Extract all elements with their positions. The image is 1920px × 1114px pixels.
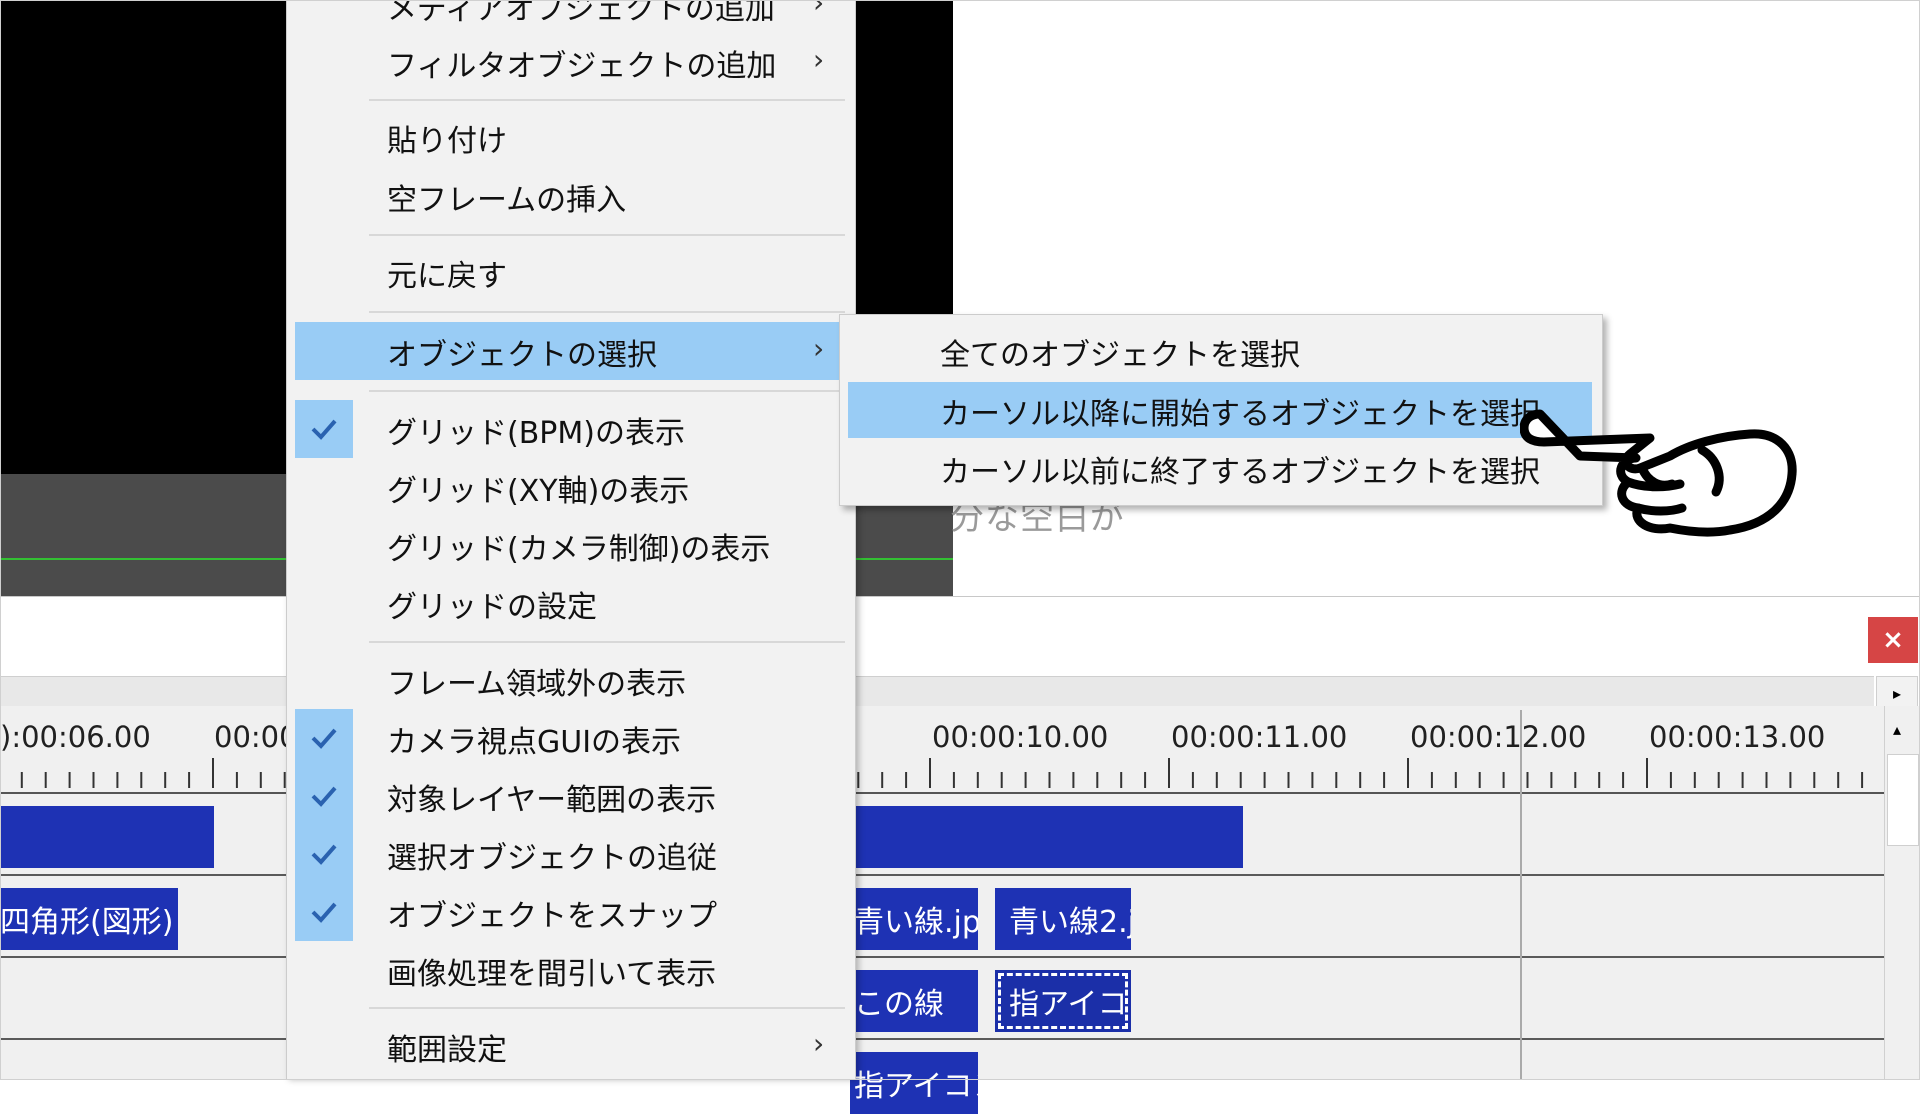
chevron-right-icon: › (813, 1027, 825, 1060)
scroll-right-button[interactable]: ▸ (1876, 676, 1918, 710)
timeline-clip[interactable]: この線 (850, 970, 978, 1032)
timeline-clip[interactable]: 青い線2.j (995, 888, 1131, 950)
tick-label: 00:00:10.00 (932, 720, 1109, 754)
menu-item-label: グリッド(BPM)の表示 (387, 416, 685, 451)
menu-item-show-outside-frame[interactable]: フレーム領域外の表示 (295, 651, 847, 709)
checkmark-icon (295, 883, 353, 941)
chevron-right-icon: › (813, 43, 825, 76)
menu-item-target-layer-range[interactable]: 対象レイヤー範囲の表示 (295, 767, 847, 825)
menu-item-grid-settings[interactable]: グリッドの設定 (295, 574, 847, 632)
menu-item-camera-gui[interactable]: カメラ視点GUIの表示 (295, 709, 847, 767)
checkmark-icon (295, 400, 353, 458)
checkmark-icon (295, 709, 353, 767)
menu-item-label: カメラ視点GUIの表示 (387, 725, 682, 760)
timeline-clip[interactable] (0, 806, 214, 868)
tick-label: ):00:06.00 (0, 720, 151, 754)
menu-item-label: フレーム領域外の表示 (387, 667, 687, 702)
tick-label: 00:00:12.00 (1410, 720, 1587, 754)
menu-separator (369, 390, 845, 392)
menu-item-label: 空フレームの挿入 (387, 183, 627, 218)
menu-item-follow-selected[interactable]: 選択オブジェクトの追従 (295, 825, 847, 883)
menu-item-add-filter[interactable]: フィルタオブジェクトの追加 › (295, 33, 847, 91)
tick-label: 00:00:11.00 (1171, 720, 1348, 754)
vertical-scrollbar[interactable]: ▴ (1884, 706, 1920, 1080)
menu-item-label: 選択オブジェクトの追従 (387, 841, 717, 876)
menu-item-add-media[interactable]: メディアオブジェクトの追加 › (295, 0, 847, 34)
horizontal-scrollbar[interactable] (0, 676, 1874, 708)
menu-item-range-settings[interactable]: 範囲設定 › (295, 1017, 847, 1075)
menu-item-label: フィルタオブジェクトの追加 (387, 49, 777, 84)
timeline-clip[interactable]: 四角形(図形) (0, 888, 178, 950)
menu-item-label: 範囲設定 (387, 1033, 507, 1068)
menu-separator (369, 641, 845, 643)
submenu-item-label: 全てのオブジェクトを選択 (940, 338, 1300, 373)
menu-item-undo[interactable]: 元に戻す (295, 243, 847, 301)
menu-item-label: 画像処理を間引いて表示 (387, 957, 717, 992)
menu-item-insert-empty-frame[interactable]: 空フレームの挿入 (295, 167, 847, 225)
checkmark-icon (295, 767, 353, 825)
menu-item-grid-bpm[interactable]: グリッド(BPM)の表示 (295, 400, 847, 458)
menu-item-select-objects[interactable]: オブジェクトの選択 › (295, 322, 847, 380)
menu-item-label: オブジェクトの選択 (387, 338, 657, 373)
menu-item-label: オブジェクトをスナップ (387, 899, 717, 934)
menu-separator (369, 311, 845, 313)
menu-separator (369, 1007, 845, 1009)
submenu-item-select-after-cursor[interactable]: カーソル以降に開始するオブジェクトを選択 (848, 382, 1592, 438)
menu-item-paste[interactable]: 貼り付け (295, 108, 847, 166)
submenu-item-label: カーソル以降に開始するオブジェクトを選択 (940, 397, 1540, 432)
submenu-item-select-before-cursor[interactable]: カーソル以前に終了するオブジェクトを選択 (848, 440, 1592, 496)
scroll-up-button[interactable]: ▴ (1893, 720, 1901, 739)
menu-item-snap-objects[interactable]: オブジェクトをスナップ (295, 883, 847, 941)
menu-separator (369, 99, 845, 101)
pointing-hand-icon (1520, 409, 1797, 537)
playhead-line (1520, 710, 1522, 1080)
menu-item-label: グリッド(カメラ制御)の表示 (387, 532, 771, 567)
submenu-item-select-all[interactable]: 全てのオブジェクトを選択 (848, 323, 1592, 379)
menu-item-label: グリッド(XY軸)の表示 (387, 474, 690, 509)
time-ruler[interactable]: ):00:06.00 00:00 00:00:10.00 00:00:11.00… (0, 706, 1884, 794)
timeline-clip[interactable]: 指アイコン (850, 1052, 978, 1114)
chevron-right-icon: › (813, 0, 825, 19)
context-menu: メディアオブジェクトの追加 › フィルタオブジェクトの追加 › 貼り付け 空フレ… (286, 0, 856, 1080)
scroll-thumb[interactable] (1887, 754, 1919, 846)
timeline-clip-selected[interactable]: 指アイコン (995, 970, 1131, 1032)
checkmark-icon (295, 825, 353, 883)
menu-item-grid-xy[interactable]: グリッド(XY軸)の表示 (295, 458, 847, 516)
submenu-item-label: カーソル以前に終了するオブジェクトを選択 (940, 455, 1540, 490)
menu-item-label: 対象レイヤー範囲の表示 (387, 783, 717, 818)
timeline-clip[interactable]: 青い線.jp (850, 888, 978, 950)
timeline-clip[interactable] (850, 806, 1243, 868)
menu-item-thin-image-processing[interactable]: 画像処理を間引いて表示 (295, 941, 847, 999)
menu-separator (369, 234, 845, 236)
close-button[interactable]: × (1868, 617, 1918, 663)
menu-item-grid-camera[interactable]: グリッド(カメラ制御)の表示 (295, 516, 847, 574)
select-objects-submenu: 全てのオブジェクトを選択 カーソル以降に開始するオブジェクトを選択 カーソル以前… (839, 314, 1603, 506)
menu-item-label: グリッドの設定 (387, 590, 597, 625)
menu-item-label: 貼り付け (387, 124, 507, 159)
tick-label: 00:00:13.00 (1649, 720, 1826, 754)
chevron-right-icon: › (813, 332, 825, 365)
menu-item-label: メディアオブジェクトの追加 (387, 0, 775, 27)
menu-item-label: 元に戻す (387, 259, 507, 294)
